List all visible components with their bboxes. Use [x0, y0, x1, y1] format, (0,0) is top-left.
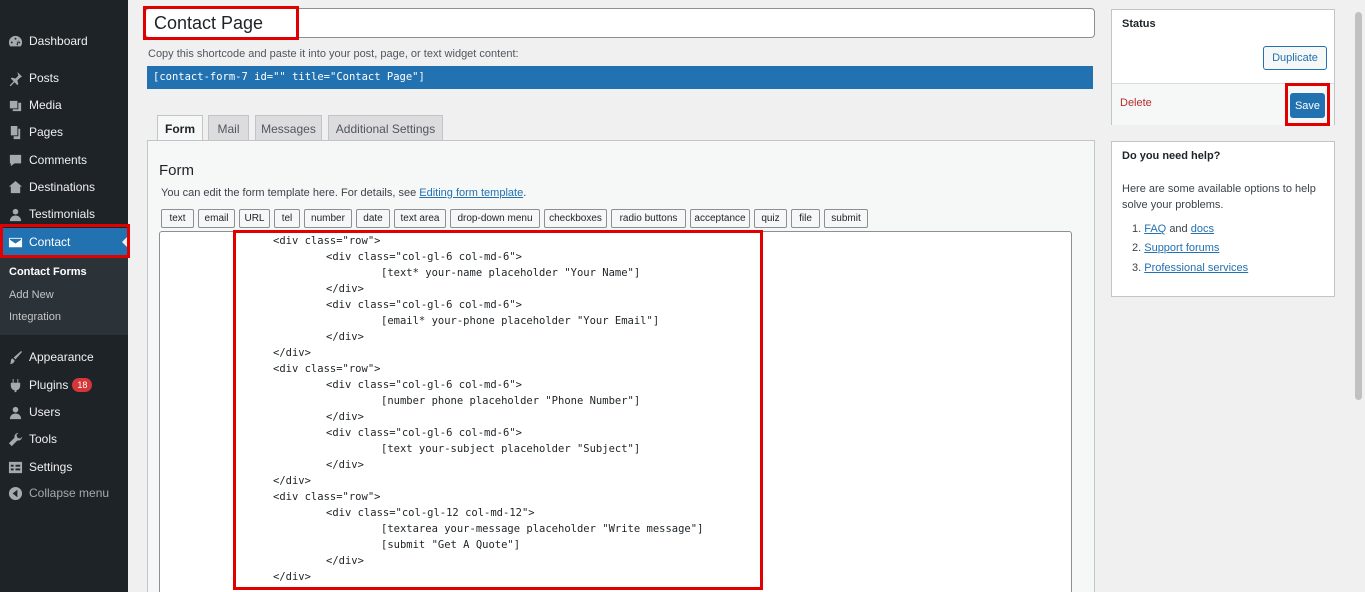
sidebar-item-pages[interactable]: Pages — [0, 118, 128, 146]
sidebar-item-label: Testimonials — [29, 207, 96, 221]
highlight-title — [143, 6, 299, 40]
duplicate-button[interactable]: Duplicate — [1263, 46, 1327, 70]
sidebar-item-users[interactable]: Users — [0, 398, 128, 426]
sidebar-item-label: Dashboard — [29, 34, 88, 48]
form-description-end: . — [523, 187, 527, 199]
brush-icon — [7, 349, 23, 365]
help-item-support: 2. Support forums — [1132, 242, 1220, 254]
tag-button-tel[interactable]: tel — [274, 209, 300, 228]
tag-button-acceptance[interactable]: acceptance — [690, 209, 750, 228]
sidebar-item-label: Pages — [29, 125, 64, 139]
submenu-contact-forms[interactable]: Contact Forms — [9, 266, 87, 278]
highlight-save — [1285, 83, 1330, 126]
sidebar-item-tools[interactable]: Tools — [0, 425, 128, 453]
pin-icon — [7, 70, 23, 86]
help-title: Do you need help? — [1122, 150, 1221, 162]
sidebar-item-destinations[interactable]: Destinations — [0, 173, 128, 201]
delete-link[interactable]: Delete — [1120, 97, 1152, 109]
form-description-text: You can edit the form template here. For… — [161, 187, 420, 199]
sidebar-item-appearance[interactable]: Appearance — [0, 343, 128, 371]
users-icon — [7, 404, 23, 420]
sidebar-item-label: Destinations — [29, 180, 96, 194]
sidebar-item-label: Posts — [29, 71, 60, 85]
tag-button-checkboxes[interactable]: checkboxes — [544, 209, 607, 228]
status-title: Status — [1122, 18, 1156, 30]
settings-icon — [7, 459, 23, 475]
sidebar-item-label: Comments — [29, 153, 88, 167]
submenu-add-new[interactable]: Add New — [9, 289, 54, 301]
sidebar-item-label: Collapse menu — [29, 486, 110, 500]
tab-mail[interactable]: Mail — [208, 115, 249, 141]
help-item-faq: 1. FAQ and docs — [1132, 223, 1214, 235]
sidebar-item-settings[interactable]: Settings — [0, 453, 128, 481]
admin-sidebar: Dashboard Posts Media Pages Comments Des… — [0, 0, 128, 592]
support-forums-link[interactable]: Support forums — [1144, 242, 1219, 254]
sidebar-item-label: Media — [29, 98, 62, 112]
sidebar-item-media[interactable]: Media — [0, 91, 128, 119]
tab-form[interactable]: Form — [157, 115, 203, 142]
shortcode-help-text: Copy this shortcode and paste it into yo… — [148, 48, 519, 60]
page-scrollbar[interactable] — [1352, 0, 1365, 592]
docs-link[interactable]: docs — [1191, 223, 1214, 235]
professional-services-link[interactable]: Professional services — [1144, 262, 1248, 274]
plugin-icon — [7, 377, 23, 393]
tag-button-text[interactable]: text — [161, 209, 194, 228]
scrollbar-thumb[interactable] — [1355, 12, 1362, 400]
media-icon — [7, 97, 23, 113]
form-heading: Form — [159, 162, 194, 179]
tab-messages[interactable]: Messages — [255, 115, 322, 141]
sidebar-item-label: Appearance — [29, 350, 94, 364]
help-text: Here are some available options to help … — [1122, 183, 1316, 211]
tag-button-submit[interactable]: submit — [824, 209, 868, 228]
sidebar-item-comments[interactable]: Comments — [0, 146, 128, 174]
sidebar-item-plugins[interactable]: Plugins 18 — [0, 371, 128, 399]
tag-button-quiz[interactable]: quiz — [754, 209, 787, 228]
plugins-update-badge: 18 — [72, 378, 93, 392]
tag-button-number[interactable]: number — [304, 209, 352, 228]
tag-button-radio[interactable]: radio buttons — [611, 209, 686, 228]
help-and-text: and — [1169, 223, 1188, 235]
tag-button-date[interactable]: date — [356, 209, 390, 228]
collapse-menu-button[interactable]: Collapse menu — [0, 479, 128, 507]
tag-button-file[interactable]: file — [791, 209, 820, 228]
sidebar-item-label: Plugins — [29, 378, 69, 392]
editing-form-template-link[interactable]: Editing form template — [419, 187, 523, 199]
help-box: Do you need help? Here are some availabl… — [1111, 141, 1335, 297]
dashboard-icon — [7, 33, 23, 49]
faq-link[interactable]: FAQ — [1144, 223, 1166, 235]
tag-button-dropdown[interactable]: drop-down menu — [450, 209, 540, 228]
tag-button-email[interactable]: email — [198, 209, 235, 228]
comment-icon — [7, 152, 23, 168]
help-item-professional: 3. Professional services — [1132, 262, 1249, 274]
sidebar-item-dashboard[interactable]: Dashboard — [0, 27, 128, 55]
tab-additional-settings[interactable]: Additional Settings — [328, 115, 443, 141]
submenu-integration[interactable]: Integration — [9, 311, 61, 323]
sidebar-item-label: Settings — [29, 460, 73, 474]
pages-icon — [7, 124, 23, 140]
collapse-icon — [7, 485, 23, 501]
tag-button-textarea[interactable]: text area — [394, 209, 446, 228]
highlight-contact-menu — [0, 224, 130, 258]
form-description: You can edit the form template here. For… — [161, 187, 526, 199]
tag-button-url[interactable]: URL — [239, 209, 270, 228]
highlight-code — [233, 230, 763, 590]
sidebar-item-label: Tools — [29, 432, 58, 446]
user-icon — [7, 206, 23, 222]
sidebar-item-posts[interactable]: Posts — [0, 64, 128, 92]
destinations-icon — [7, 179, 23, 195]
shortcode-field[interactable]: [contact-form-7 id="" title="Contact Pag… — [147, 66, 1093, 89]
sidebar-item-label: Users — [29, 405, 61, 419]
contact-submenu: Contact Forms Add New Integration — [0, 257, 128, 335]
wrench-icon — [7, 431, 23, 447]
